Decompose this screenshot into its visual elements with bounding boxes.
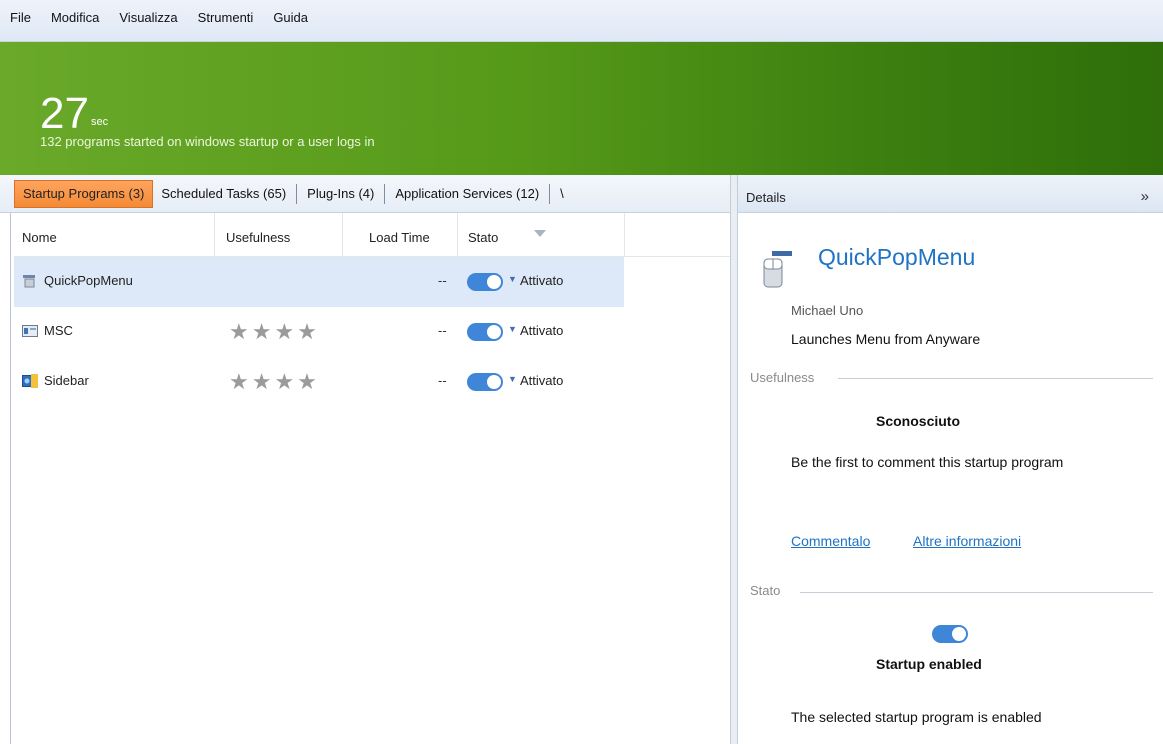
- more-info-link[interactable]: Altre informazioni: [913, 533, 1021, 549]
- sort-down-icon[interactable]: [534, 230, 546, 237]
- app-icon: [23, 275, 35, 288]
- tab-overflow[interactable]: \: [552, 180, 572, 208]
- column-divider[interactable]: [342, 213, 343, 257]
- chevron-down-icon[interactable]: ▼: [508, 324, 517, 334]
- comment-prompt: Be the first to comment this startup pro…: [791, 454, 1064, 470]
- menu-visualizza[interactable]: Visualizza: [119, 10, 177, 25]
- column-load-time[interactable]: Load Time: [369, 230, 430, 245]
- details-header: Details »: [738, 175, 1163, 213]
- load-time: --: [438, 273, 447, 288]
- startup-enabled-title: Startup enabled: [876, 656, 982, 672]
- column-state[interactable]: Stato: [468, 230, 498, 245]
- state-label: Attivato: [520, 373, 564, 388]
- left-border: [10, 213, 11, 744]
- tab-scheduled-tasks[interactable]: Scheduled Tasks (65): [153, 180, 294, 208]
- collapse-icon[interactable]: »: [1141, 188, 1149, 205]
- program-name: QuickPopMenu: [44, 273, 133, 288]
- category-tabs: Startup Programs (3) Scheduled Tasks (65…: [0, 175, 730, 213]
- table-row[interactable]: MSC ★★★★ -- ▼ Attivato: [14, 307, 730, 357]
- enable-toggle[interactable]: [467, 323, 503, 341]
- startup-time-banner: 27 sec 132 programs started on windows s…: [0, 42, 1163, 175]
- state-section-label: Stato: [750, 583, 781, 598]
- startup-summary: 132 programs started on windows startup …: [40, 134, 375, 149]
- column-divider[interactable]: [457, 213, 458, 257]
- startup-time-value: 27: [40, 89, 89, 138]
- menu-guida[interactable]: Guida: [273, 10, 308, 25]
- usefulness-section-label: Usefulness: [750, 370, 815, 385]
- program-name: Sidebar: [44, 373, 89, 388]
- pane-splitter[interactable]: [730, 175, 738, 744]
- column-usefulness[interactable]: Usefulness: [226, 230, 290, 245]
- section-divider: [838, 378, 1153, 379]
- startup-enable-toggle[interactable]: [932, 625, 968, 643]
- details-pane: QuickPopMenu Michael Uno Launches Menu f…: [738, 213, 1163, 744]
- column-name[interactable]: Nome: [22, 230, 57, 245]
- sidebar-icon: [22, 374, 38, 388]
- startup-list: QuickPopMenu -- ▼ Attivato MSC ★★★★ -- ▼…: [14, 257, 730, 407]
- tab-separator: [549, 183, 551, 204]
- tab-separator: [384, 183, 386, 204]
- column-divider[interactable]: [624, 213, 625, 257]
- chevron-down-icon[interactable]: ▼: [508, 274, 517, 284]
- program-name: MSC: [44, 323, 73, 338]
- menu-strumenti[interactable]: Strumenti: [198, 10, 254, 25]
- tab-application-services[interactable]: Application Services (12): [387, 180, 547, 208]
- rating-stars: ★★★★: [229, 319, 320, 344]
- window-icon: [22, 325, 38, 337]
- details-description: Launches Menu from Anyware: [791, 331, 981, 347]
- tab-startup-programs[interactable]: Startup Programs (3): [14, 179, 154, 208]
- table-row[interactable]: Sidebar ★★★★ -- ▼ Attivato: [14, 357, 730, 407]
- startup-enabled-description: The selected startup program is enabled: [791, 709, 1042, 725]
- table-row[interactable]: QuickPopMenu -- ▼ Attivato: [14, 257, 624, 307]
- state-label: Attivato: [520, 323, 564, 338]
- tab-separator: [296, 183, 298, 204]
- details-program-name: QuickPopMenu: [818, 244, 976, 270]
- usefulness-rating: Sconosciuto: [876, 413, 961, 429]
- column-headers: Nome Usefulness Load Time Stato: [14, 213, 730, 257]
- rating-stars: ★★★★: [229, 369, 320, 394]
- menu-modifica[interactable]: Modifica: [51, 10, 99, 25]
- details-title: Details: [746, 190, 786, 205]
- comment-link[interactable]: Commentalo: [791, 533, 870, 549]
- chevron-down-icon[interactable]: ▼: [508, 374, 517, 384]
- load-time: --: [438, 323, 447, 338]
- app-icon: [763, 251, 792, 288]
- section-divider: [800, 592, 1153, 593]
- tab-plug-ins[interactable]: Plug-Ins (4): [299, 180, 382, 208]
- enable-toggle[interactable]: [467, 373, 503, 391]
- startup-time-unit: sec: [91, 116, 109, 128]
- menu-file[interactable]: File: [10, 10, 31, 25]
- details-author: Michael Uno: [791, 303, 864, 318]
- menu-bar: File Modifica Visualizza Strumenti Guida: [0, 0, 1163, 42]
- column-divider[interactable]: [214, 213, 215, 257]
- state-label: Attivato: [520, 273, 564, 288]
- enable-toggle[interactable]: [467, 273, 503, 291]
- load-time: --: [438, 373, 447, 388]
